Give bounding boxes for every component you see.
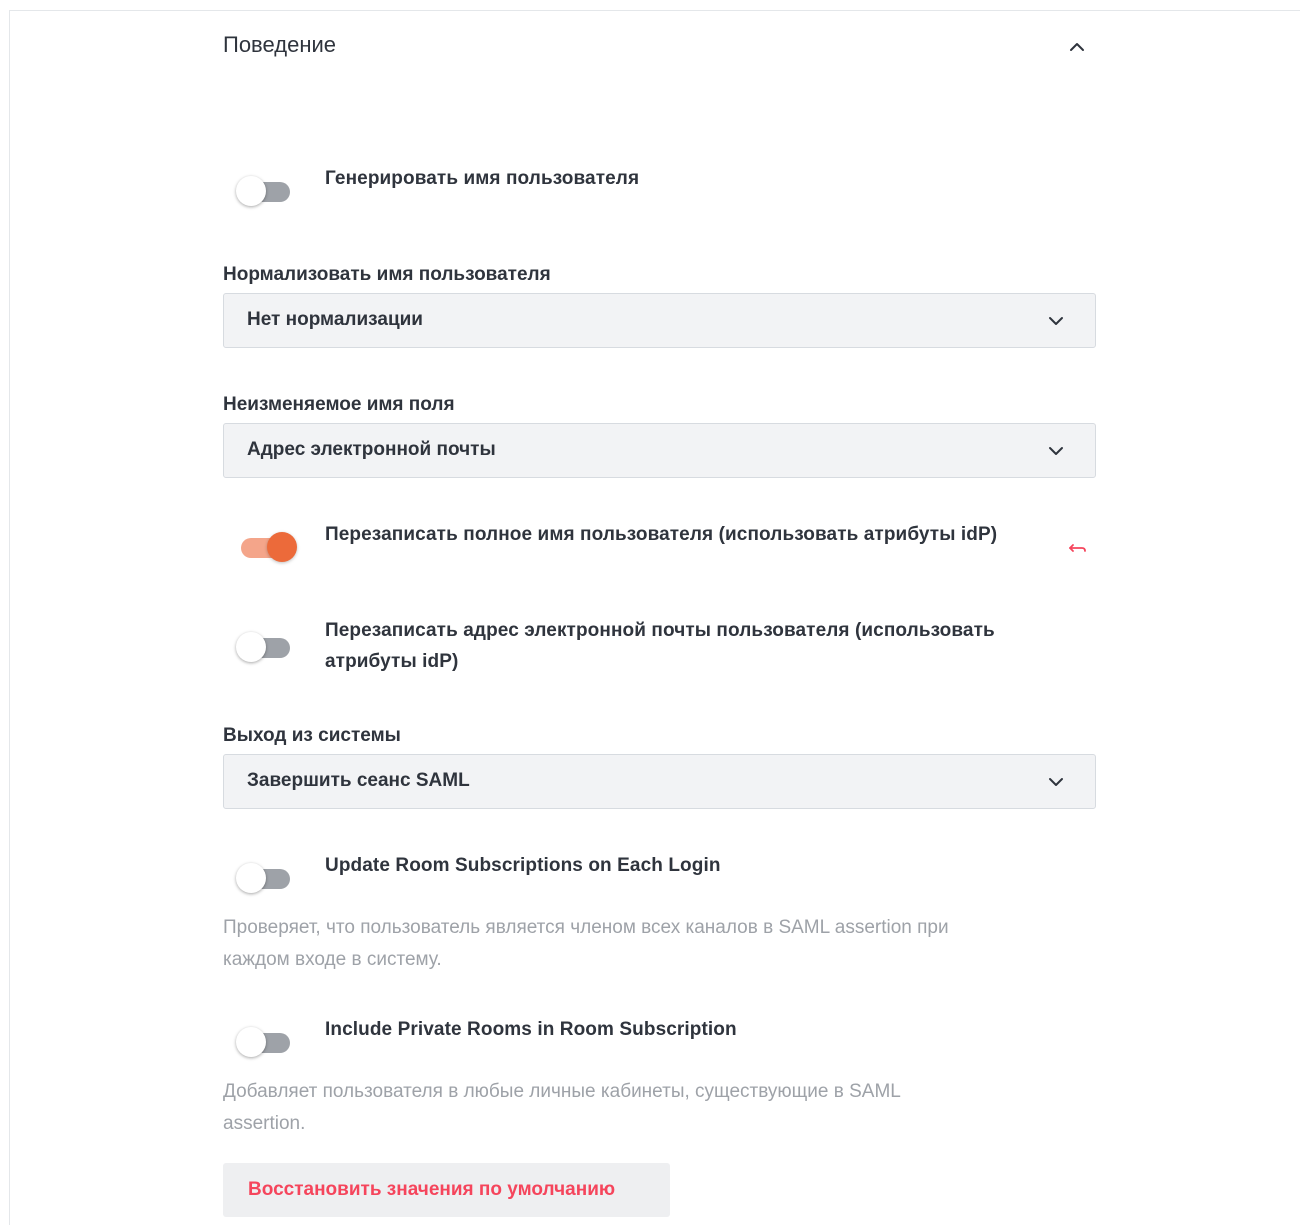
- update-room-subscriptions-label: Update Room Subscriptions on Each Login: [325, 855, 721, 876]
- overwrite-email-label-line1: Перезаписать адрес электронной почты пол…: [325, 620, 995, 641]
- overwrite-fullname-toggle[interactable]: [234, 527, 298, 567]
- chevron-up-icon[interactable]: [1066, 36, 1088, 58]
- logout-label: Выход из системы: [223, 725, 401, 746]
- overwrite-email-toggle[interactable]: [233, 627, 297, 667]
- logout-select[interactable]: Завершить сеанс SAML: [223, 754, 1096, 809]
- generate-username-label: Генерировать имя пользователя: [325, 168, 640, 189]
- select-value: Адрес электронной почты: [247, 439, 496, 460]
- section-title: Поведение: [223, 32, 336, 57]
- undo-arrow-icon[interactable]: [1067, 537, 1089, 559]
- update-room-subscriptions-hint-line1: Проверяет, что пользователь является чле…: [223, 917, 949, 938]
- toggle-knob: [236, 863, 266, 893]
- toggle-knob: [236, 1027, 266, 1057]
- normalize-username-select[interactable]: Нет нормализации: [223, 293, 1096, 348]
- normalize-username-label: Нормализовать имя пользователя: [223, 264, 551, 285]
- restore-defaults-label: Восстановить значения по умолчанию: [248, 1179, 616, 1200]
- update-room-subscriptions-hint-line2: каждом входе в систему.: [223, 949, 442, 970]
- chevron-down-icon: [1045, 310, 1067, 332]
- immutable-field-label: Неизменяемое имя поля: [223, 394, 455, 415]
- include-private-rooms-hint-line1: Добавляет пользователя в любые личные ка…: [223, 1081, 901, 1102]
- update-room-subscriptions-toggle[interactable]: [233, 858, 297, 898]
- select-value: Нет нормализации: [247, 309, 423, 330]
- overwrite-fullname-label: Перезаписать полное имя пользователя (ис…: [325, 524, 998, 545]
- chevron-down-icon: [1045, 771, 1067, 793]
- chevron-down-icon: [1045, 440, 1067, 462]
- include-private-rooms-toggle[interactable]: [233, 1022, 297, 1062]
- include-private-rooms-label: Include Private Rooms in Room Subscripti…: [325, 1019, 737, 1040]
- toggle-knob: [267, 532, 297, 562]
- include-private-rooms-hint-line2: assertion.: [223, 1113, 306, 1134]
- immutable-field-select[interactable]: Адрес электронной почты: [223, 423, 1096, 478]
- toggle-knob: [236, 632, 266, 662]
- select-value: Завершить сеанс SAML: [247, 770, 470, 791]
- overwrite-email-label-line2: атрибуты idP): [325, 651, 459, 672]
- restore-defaults-button[interactable]: Восстановить значения по умолчанию: [223, 1163, 670, 1217]
- generate-username-toggle[interactable]: [233, 171, 297, 211]
- toggle-knob: [236, 176, 266, 206]
